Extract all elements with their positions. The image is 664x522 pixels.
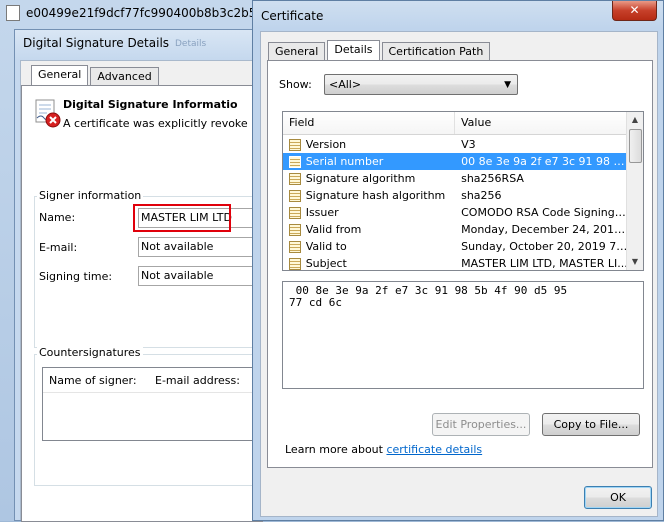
col-value[interactable]: Value — [455, 112, 491, 134]
file-icon — [6, 5, 20, 21]
field-value: COMODO RSA Code Signing C... — [461, 206, 628, 219]
dsd-title: Digital Signature Details — [23, 36, 170, 50]
signer-info-label: Signer information — [37, 189, 144, 202]
list-item[interactable]: Version V3 — [283, 136, 628, 153]
detail-line-2: 77 cd 6c — [289, 296, 342, 309]
field-name: Version — [305, 138, 347, 151]
fields-rows: Version V3 Serial number 00 8e 3e 9a 2f … — [283, 136, 628, 270]
scroll-thumb[interactable] — [629, 129, 642, 163]
col-name-of-signer[interactable]: Name of signer: — [43, 374, 149, 387]
field-icon — [289, 240, 301, 253]
dsd-general-panel: Digital Signature Informatio A certifica… — [21, 85, 276, 522]
list-item[interactable]: Subject MASTER LIM LTD, MASTER LI... — [283, 255, 628, 270]
tab-general[interactable]: General — [31, 65, 89, 85]
email-field[interactable]: Not available — [138, 237, 258, 257]
certificate-tabs: General Details Certification Path — [268, 40, 491, 60]
ok-button[interactable]: OK — [584, 486, 652, 509]
field-icon — [289, 189, 301, 202]
field-value: V3 — [461, 138, 476, 151]
digital-signature-details-window: Digital Signature Details Details Genera… — [14, 29, 276, 522]
signature-info-title: Digital Signature Informatio — [63, 98, 238, 111]
countersignatures-list[interactable]: Name of signer: E-mail address: — [42, 367, 274, 441]
learn-more-prefix: Learn more about — [285, 443, 387, 456]
field-value: sha256 — [461, 189, 502, 202]
explorer-title: e00499e21f9dcf77fc990400b8b3c2b5.exe — [26, 6, 282, 20]
list-item-selected[interactable]: Serial number 00 8e 3e 9a 2f e7 3c 91 98… — [283, 153, 628, 170]
show-label: Show: — [279, 78, 312, 91]
field-name: Subject — [305, 257, 347, 270]
countersignatures-label: Countersignatures — [37, 346, 143, 359]
certificate-details-link[interactable]: certificate details — [386, 443, 482, 456]
chevron-down-icon: ▼ — [504, 80, 511, 90]
col-field[interactable]: Field — [283, 112, 455, 134]
list-item[interactable]: Issuer COMODO RSA Code Signing C... — [283, 204, 628, 221]
tab-general[interactable]: General — [268, 42, 326, 60]
certificate-title: Certificate — [261, 9, 324, 23]
field-value: Monday, December 24, 2018 ... — [461, 223, 628, 236]
field-value: Sunday, October 20, 2019 7:5... — [461, 240, 628, 253]
field-icon — [289, 172, 301, 185]
field-value: 00 8e 3e 9a 2f e7 3c 91 98 5b ... — [461, 155, 628, 168]
scroll-down-icon[interactable]: ▼ — [627, 254, 643, 270]
fields-list-header: Field Value — [283, 112, 628, 135]
col-email-address[interactable]: E-mail address: — [149, 374, 240, 387]
close-button[interactable]: ✕ — [612, 1, 657, 21]
field-icon — [289, 223, 301, 236]
dsd-faint-text: Details — [175, 39, 207, 49]
list-item[interactable]: Valid from Monday, December 24, 2018 ... — [283, 221, 628, 238]
revoked-signature-icon — [35, 99, 61, 128]
field-icon — [289, 138, 301, 151]
list-item[interactable]: Signature algorithm sha256RSA — [283, 170, 628, 187]
signing-time-label: Signing time: — [39, 270, 113, 283]
field-icon — [289, 155, 301, 168]
field-icon — [289, 206, 301, 219]
red-highlight-box — [133, 204, 231, 232]
signature-info-subtitle: A certificate was explicitly revoke — [63, 117, 248, 130]
certificate-window: Certificate ✕ General Details Certificat… — [252, 0, 664, 521]
countersignatures-header: Name of signer: E-mail address: — [43, 368, 273, 393]
copy-to-file-button[interactable]: Copy to File... — [542, 413, 640, 436]
field-name: Signature algorithm — [305, 172, 416, 185]
list-item[interactable]: Valid to Sunday, October 20, 2019 7:5... — [283, 238, 628, 255]
fields-scrollbar[interactable]: ▲ ▼ — [626, 112, 643, 270]
signing-time-field[interactable]: Not available — [138, 266, 258, 286]
field-name: Signature hash algorithm — [305, 189, 446, 202]
field-value: MASTER LIM LTD, MASTER LI... — [461, 257, 628, 270]
fields-list[interactable]: Field Value Version V3 Serial number 00 … — [282, 111, 644, 271]
scroll-up-icon[interactable]: ▲ — [627, 112, 643, 128]
list-item[interactable]: Signature hash algorithm sha256 — [283, 187, 628, 204]
show-dropdown[interactable]: <All> ▼ — [324, 74, 518, 95]
field-name: Issuer — [305, 206, 339, 219]
tab-advanced[interactable]: Advanced — [90, 67, 159, 85]
field-detail-box[interactable]: 00 8e 3e 9a 2f e7 3c 91 98 5b 4f 90 d5 9… — [282, 281, 644, 389]
field-icon — [289, 257, 301, 270]
tab-certification-path[interactable]: Certification Path — [381, 42, 491, 60]
tab-details[interactable]: Details — [327, 40, 380, 60]
field-name: Valid to — [305, 240, 347, 253]
show-dropdown-value: <All> — [329, 78, 362, 91]
edit-properties-button[interactable]: Edit Properties... — [432, 413, 530, 436]
learn-more-text: Learn more about certificate details — [285, 443, 482, 456]
close-icon: ✕ — [629, 3, 640, 17]
email-label: E-mail: — [39, 241, 78, 254]
dsd-tabs: General Advanced — [31, 65, 159, 85]
field-value: sha256RSA — [461, 172, 524, 185]
name-label: Name: — [39, 211, 76, 224]
field-name: Serial number — [305, 155, 384, 168]
field-name: Valid from — [305, 223, 362, 236]
certificate-body: General Details Certification Path Show:… — [260, 31, 658, 517]
